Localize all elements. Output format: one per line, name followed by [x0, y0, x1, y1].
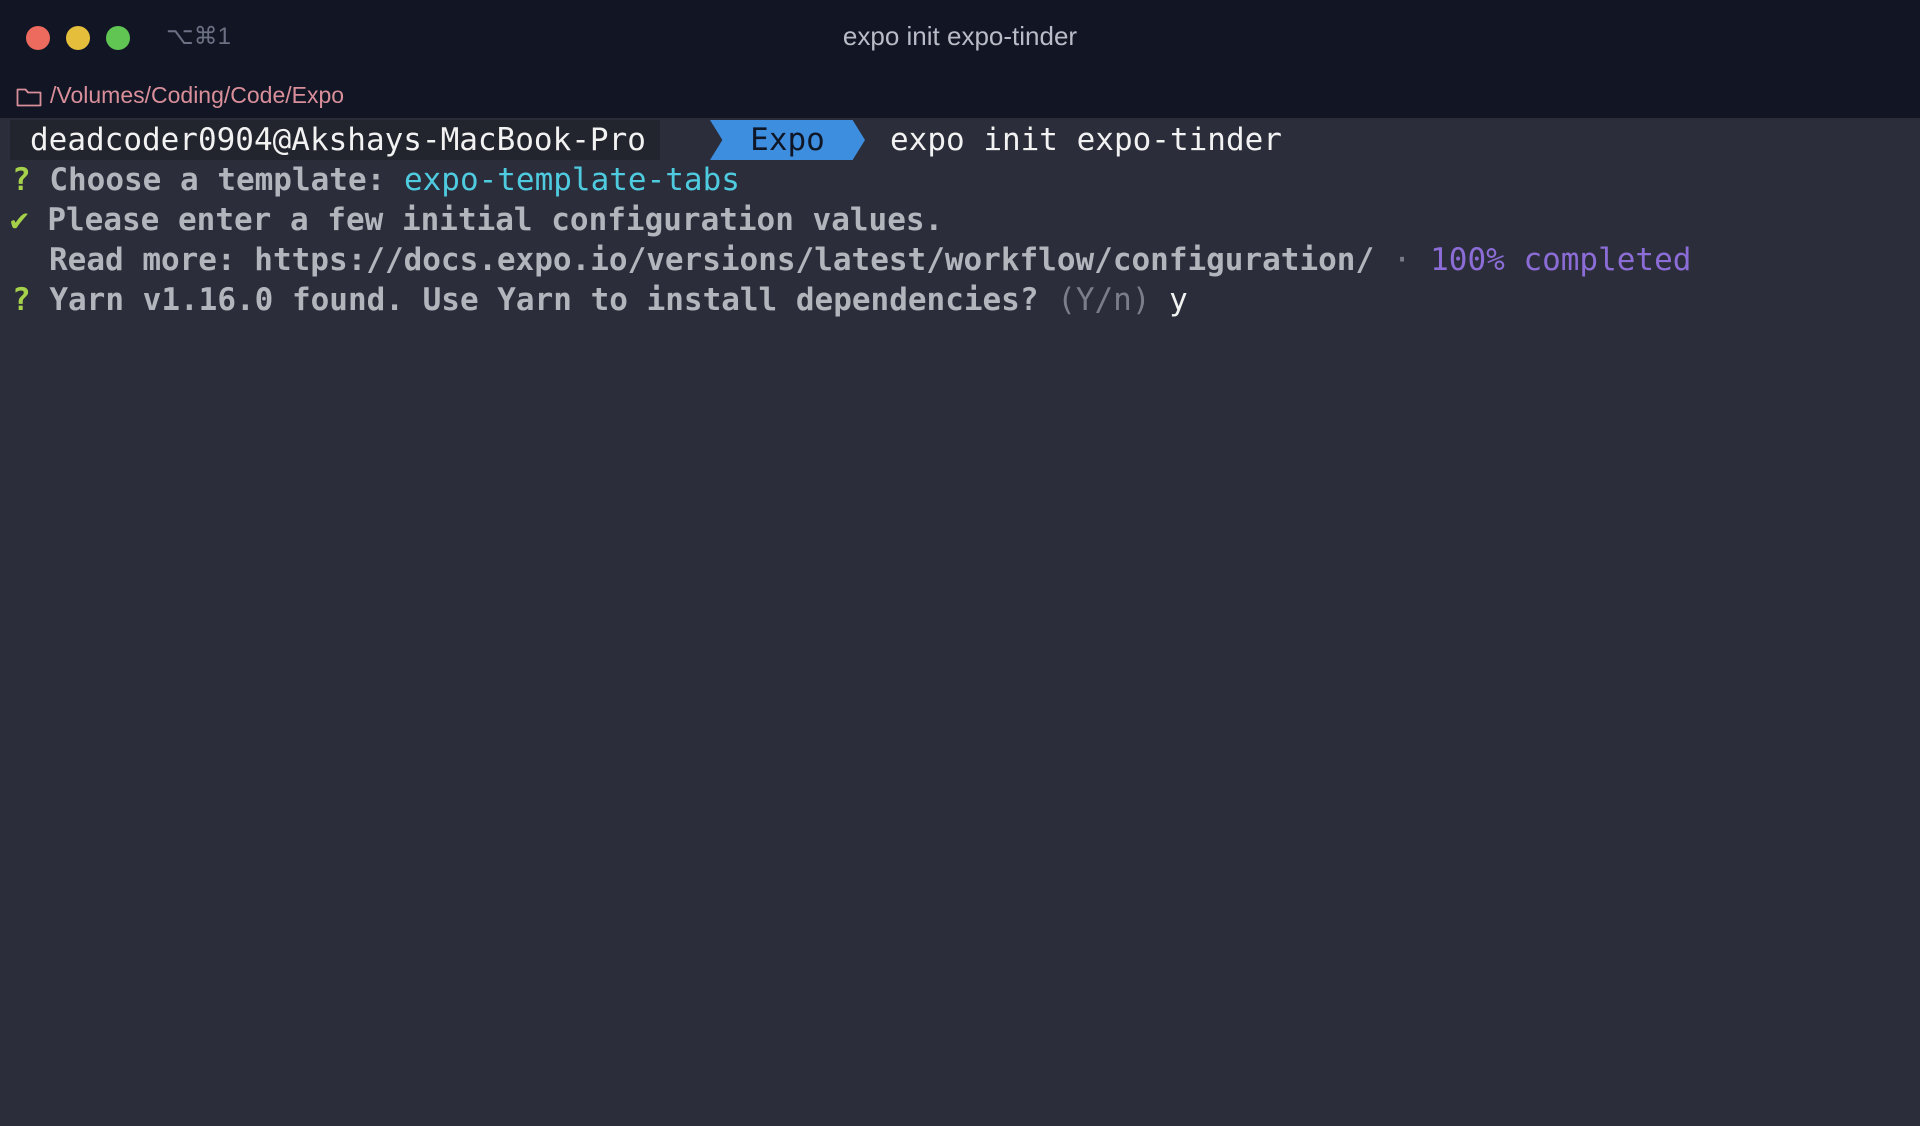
readmore-separator: · — [1374, 242, 1431, 278]
config-text: Please enter a few initial configuration… — [47, 202, 944, 238]
prompt-command: expo init expo-tinder — [890, 122, 1282, 158]
check-icon: ✔ — [10, 202, 29, 238]
prompt-dir-segment: Expo — [710, 120, 865, 160]
folder-icon — [16, 88, 42, 107]
config-line: ✔ Please enter a few initial configurati… — [0, 200, 943, 240]
readmore-progress: 100% completed — [1430, 242, 1692, 278]
current-path[interactable]: /Volumes/Coding/Code/Expo — [50, 82, 344, 109]
template-line: ? Choose a template: expo-template-tabs — [0, 160, 740, 200]
title-bar: ⌥⌘1 expo init expo-tinder — [0, 0, 1920, 76]
template-label: Choose a template: — [49, 162, 404, 198]
yarn-hint: (Y/n) — [1057, 282, 1151, 318]
readmore-text: Read more: https://docs.expo.io/versions… — [49, 242, 1375, 278]
prompt-user-segment: deadcoder0904@Akshays-MacBook-Pro — [10, 120, 660, 160]
terminal-window: ⌥⌘1 expo init expo-tinder /Volumes/Codin… — [0, 0, 1920, 1126]
window-title: expo init expo-tinder — [842, 21, 1078, 51]
question-mark: ? — [12, 282, 31, 318]
yarn-answer: y — [1150, 282, 1188, 318]
yarn-question: Yarn v1.16.0 found. Use Yarn to install … — [49, 282, 1058, 318]
yarn-line: ? Yarn v1.16.0 found. Use Yarn to instal… — [0, 280, 1188, 320]
path-bar: /Volumes/Coding/Code/Expo — [0, 76, 1920, 118]
template-value: expo-template-tabs — [403, 162, 740, 198]
question-mark: ? — [12, 162, 31, 198]
terminal-output[interactable]: deadcoder0904@Akshays-MacBook-Pro Expo e… — [0, 118, 1920, 1126]
readmore-line: Read more: https://docs.expo.io/versions… — [49, 240, 1691, 280]
